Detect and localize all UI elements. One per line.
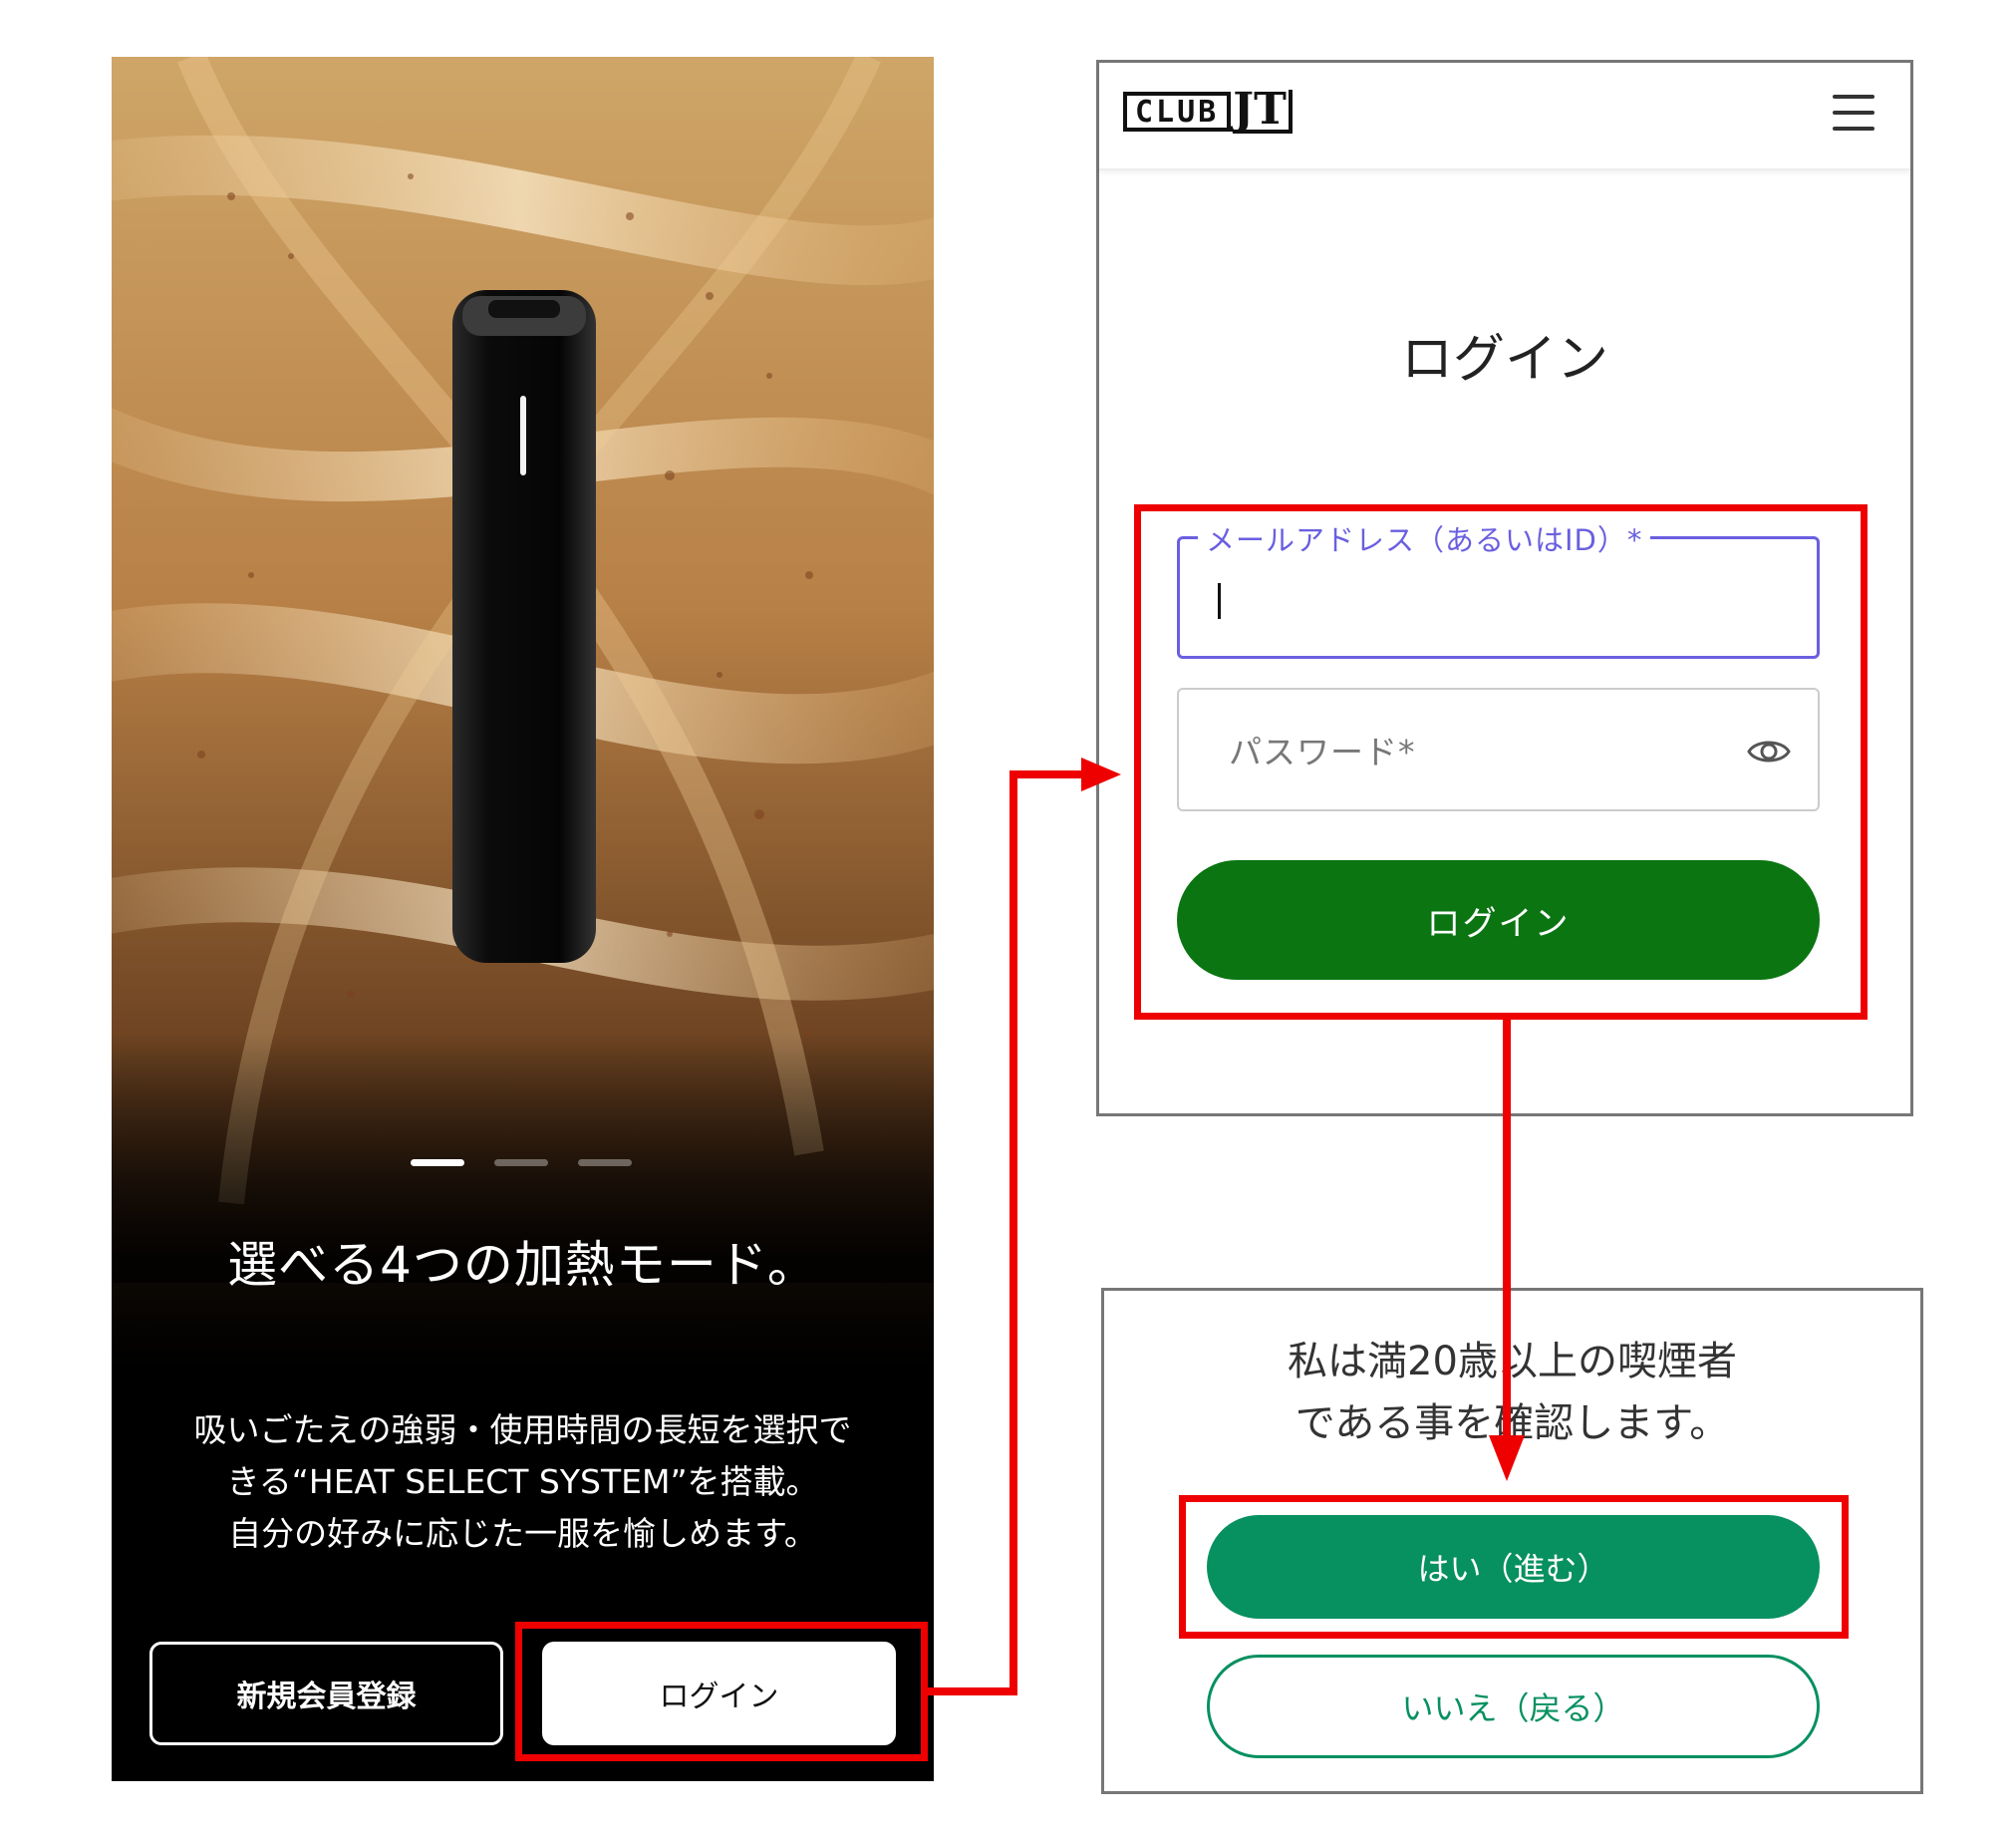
logo-club-text: CLUB [1123,92,1232,132]
carousel-dot[interactable] [494,1159,548,1166]
carousel-indicator[interactable] [411,1159,632,1166]
login-button[interactable]: ログイン [542,1642,896,1745]
age-confirmation-message: 私は満20歳以上の喫煙者 である事を確認します。 [1104,1331,1920,1454]
yes-proceed-button[interactable]: はい（進む） [1207,1515,1820,1619]
slide-title: 選べる4つの加熱モード。 [227,1236,818,1294]
app-start-screen: 選べる4つの加熱モード。 吸いごたえの強弱・使用時間の長短を選択で きる“HEA… [112,57,934,1781]
confirmation-line: 私は満20歳以上の喫煙者 [1288,1339,1737,1384]
email-field[interactable]: メールアドレス（あるいはID）* [1177,517,1820,659]
eye-icon[interactable] [1746,732,1792,771]
arrow-icon [928,758,1121,1695]
hamburger-menu-icon[interactable] [1833,95,1874,131]
slide-description-line: 自分の好みに応じた一服を愉しめます。 [228,1514,817,1553]
no-back-button[interactable]: いいえ（戻る） [1207,1655,1820,1758]
login-screen: CLUB JT ログイン メールアドレス（あるいはID）* パスワード* ログイ… [1096,60,1913,1116]
email-field-label: メールアドレス（あるいはID）* [1198,517,1651,559]
page-title: ログイン [1400,330,1608,390]
heated-tobacco-device-image [452,290,596,963]
password-placeholder: パスワード* [1229,733,1416,771]
login-submit-button[interactable]: ログイン [1177,860,1820,980]
club-jt-logo[interactable]: CLUB JT [1123,87,1293,137]
slide-description-line: きる“HEAT SELECT SYSTEM”を搭載。 [226,1462,819,1501]
register-button[interactable]: 新規会員登録 [149,1642,503,1745]
text-caret [1218,583,1221,619]
logo-jt-text: JT [1233,88,1293,134]
slide-description: 吸いごたえの強弱・使用時間の長短を選択で きる“HEAT SELECT SYST… [142,1404,904,1560]
password-field[interactable]: パスワード* [1177,688,1820,811]
carousel-dot[interactable] [578,1159,632,1166]
confirmation-line: である事を確認します。 [1295,1400,1730,1446]
slide-description-line: 吸いごたえの強弱・使用時間の長短を選択で [193,1410,852,1449]
carousel-dot-active[interactable] [411,1159,464,1166]
site-header: CLUB JT [1099,63,1910,170]
age-confirmation-dialog: 私は満20歳以上の喫煙者 である事を確認します。 はい（進む） いいえ（戻る） [1101,1288,1923,1794]
